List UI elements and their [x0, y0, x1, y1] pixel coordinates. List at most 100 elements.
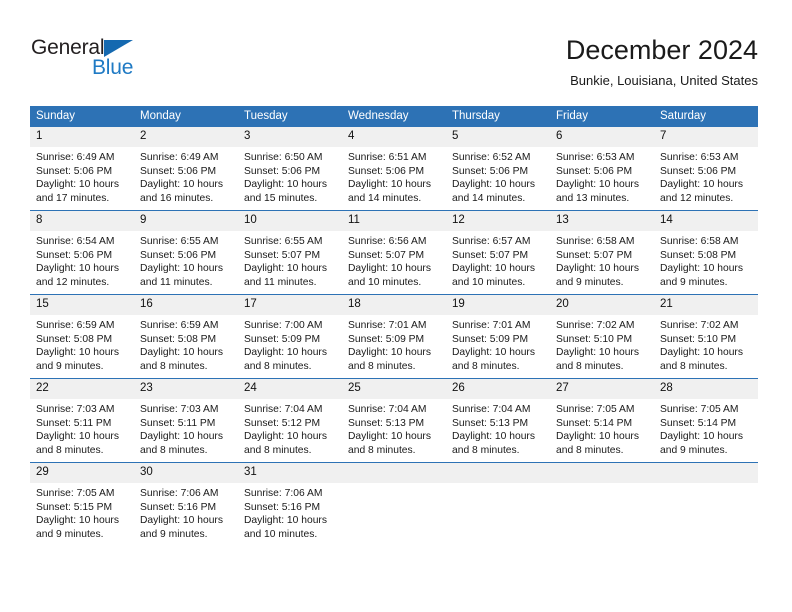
calendar-body: 1 Sunrise: 6:49 AM Sunset: 5:06 PM Daylight… — [30, 127, 758, 546]
sunrise-text: Sunrise: 7:01 AM — [348, 320, 427, 331]
day-details: Sunrise: 7:00 AM Sunset: 5:09 PM Daylight:… — [238, 315, 342, 373]
daylight-text: Daylight: 10 hours and 8 minutes. — [140, 431, 223, 456]
sunrise-text: Sunrise: 7:04 AM — [348, 404, 427, 415]
calendar-day-cell[interactable]: 28 Sunrise: 7:05 AM Sunset: 5:14 PM Dayligh… — [654, 378, 758, 463]
sunset-text: Sunset: 5:06 PM — [36, 165, 113, 177]
calendar-page: General Blue December 2024 Bunkie, Louis… — [0, 0, 792, 612]
sunrise-text: Sunrise: 6:49 AM — [140, 152, 219, 163]
calendar-day-cell[interactable]: 30 Sunrise: 7:06 AM Sunset: 5:16 PM Dayligh… — [134, 462, 238, 546]
sunset-text: Sunset: 5:10 PM — [660, 333, 737, 345]
sunset-text: Sunset: 5:10 PM — [556, 333, 633, 345]
calendar-day-cell[interactable]: 29 Sunrise: 7:05 AM Sunset: 5:15 PM Dayligh… — [30, 462, 134, 546]
calendar-day-cell[interactable]: 13 Sunrise: 6:58 AM Sunset: 5:07 PM Dayligh… — [550, 210, 654, 295]
day-number: 2 — [134, 127, 238, 147]
calendar-week-row: 22 Sunrise: 7:03 AM Sunset: 5:11 PM Dayligh… — [30, 378, 758, 463]
day-details: Sunrise: 6:58 AM Sunset: 5:07 PM Daylight:… — [550, 231, 654, 289]
sunset-text: Sunset: 5:08 PM — [660, 249, 737, 261]
calendar-table: Sunday Monday Tuesday Wednesday Thursday… — [30, 106, 758, 546]
calendar-day-cell[interactable]: 6 Sunrise: 6:53 AM Sunset: 5:06 PM Daylight… — [550, 127, 654, 211]
sunrise-text: Sunrise: 6:53 AM — [660, 152, 739, 163]
calendar-day-cell[interactable]: 23 Sunrise: 7:03 AM Sunset: 5:11 PM Dayligh… — [134, 378, 238, 463]
calendar-day-cell[interactable]: 8 Sunrise: 6:54 AM Sunset: 5:06 PM Daylight… — [30, 210, 134, 295]
day-number: 23 — [134, 379, 238, 399]
day-details: Sunrise: 7:02 AM Sunset: 5:10 PM Daylight:… — [654, 315, 758, 373]
day-number: 27 — [550, 379, 654, 399]
calendar-day-cell[interactable]: 12 Sunrise: 6:57 AM Sunset: 5:07 PM Dayligh… — [446, 210, 550, 295]
calendar-day-cell[interactable]: 7 Sunrise: 6:53 AM Sunset: 5:06 PM Daylight… — [654, 127, 758, 211]
sunset-text: Sunset: 5:09 PM — [348, 333, 425, 345]
calendar-day-cell[interactable]: 2 Sunrise: 6:49 AM Sunset: 5:06 PM Daylight… — [134, 127, 238, 211]
sunset-text: Sunset: 5:07 PM — [556, 249, 633, 261]
weekday-header-friday: Friday — [550, 106, 654, 127]
weekday-header-saturday: Saturday — [654, 106, 758, 127]
day-number: 3 — [238, 127, 342, 147]
day-number: 16 — [134, 295, 238, 315]
calendar-day-cell[interactable]: 16 Sunrise: 6:59 AM Sunset: 5:08 PM Dayligh… — [134, 294, 238, 379]
weekday-header-row: Sunday Monday Tuesday Wednesday Thursday… — [30, 106, 758, 127]
calendar-day-cell[interactable]: 15 Sunrise: 6:59 AM Sunset: 5:08 PM Dayligh… — [30, 294, 134, 379]
day-number: 20 — [550, 295, 654, 315]
daylight-text: Daylight: 10 hours and 9 minutes. — [556, 263, 639, 288]
calendar-day-cell[interactable]: 24 Sunrise: 7:04 AM Sunset: 5:12 PM Dayligh… — [238, 378, 342, 463]
day-details: Sunrise: 7:02 AM Sunset: 5:10 PM Daylight:… — [550, 315, 654, 373]
sunset-text: Sunset: 5:12 PM — [244, 417, 321, 429]
day-number: 10 — [238, 211, 342, 231]
day-number: 1 — [30, 127, 134, 147]
sunrise-text: Sunrise: 6:55 AM — [140, 236, 219, 247]
daylight-text: Daylight: 10 hours and 8 minutes. — [452, 347, 535, 372]
daylight-text: Daylight: 10 hours and 8 minutes. — [660, 347, 743, 372]
location-subtitle: Bunkie, Louisiana, United States — [570, 73, 758, 88]
day-number: 17 — [238, 295, 342, 315]
sunrise-text: Sunrise: 7:05 AM — [556, 404, 635, 415]
calendar-week-row: 29 Sunrise: 7:05 AM Sunset: 5:15 PM Dayligh… — [30, 462, 758, 546]
day-details: Sunrise: 7:04 AM Sunset: 5:13 PM Daylight:… — [342, 399, 446, 457]
sunrise-text: Sunrise: 7:06 AM — [140, 488, 219, 499]
calendar-week-row: 8 Sunrise: 6:54 AM Sunset: 5:06 PM Daylight… — [30, 210, 758, 295]
daylight-text: Daylight: 10 hours and 12 minutes. — [36, 263, 119, 288]
calendar-day-cell[interactable]: 10 Sunrise: 6:55 AM Sunset: 5:07 PM Dayligh… — [238, 210, 342, 295]
sunrise-text: Sunrise: 6:58 AM — [556, 236, 635, 247]
daylight-text: Daylight: 10 hours and 16 minutes. — [140, 179, 223, 204]
calendar-day-cell[interactable]: 3 Sunrise: 6:50 AM Sunset: 5:06 PM Daylight… — [238, 127, 342, 211]
day-number: 30 — [134, 463, 238, 483]
day-number: 5 — [446, 127, 550, 147]
calendar-day-cell[interactable]: 18 Sunrise: 7:01 AM Sunset: 5:09 PM Dayligh… — [342, 294, 446, 379]
sunrise-text: Sunrise: 6:50 AM — [244, 152, 323, 163]
calendar-day-cell[interactable]: 5 Sunrise: 6:52 AM Sunset: 5:06 PM Daylight… — [446, 127, 550, 211]
calendar-day-cell[interactable]: 9 Sunrise: 6:55 AM Sunset: 5:06 PM Daylight… — [134, 210, 238, 295]
title-block: December 2024 Bunkie, Louisiana, United … — [566, 34, 758, 89]
general-blue-logo[interactable]: General Blue — [31, 36, 211, 82]
daylight-text: Daylight: 10 hours and 9 minutes. — [140, 515, 223, 540]
calendar-day-cell[interactable]: 27 Sunrise: 7:05 AM Sunset: 5:14 PM Dayligh… — [550, 378, 654, 463]
triangle-flag-icon — [104, 40, 133, 57]
sunset-text: Sunset: 5:14 PM — [660, 417, 737, 429]
sunrise-text: Sunrise: 6:54 AM — [36, 236, 115, 247]
daylight-text: Daylight: 10 hours and 12 minutes. — [660, 179, 743, 204]
daylight-text: Daylight: 10 hours and 9 minutes. — [660, 431, 743, 456]
daylight-text: Daylight: 10 hours and 8 minutes. — [452, 431, 535, 456]
sunset-text: Sunset: 5:14 PM — [556, 417, 633, 429]
calendar-day-cell[interactable]: 31 Sunrise: 7:06 AM Sunset: 5:16 PM Dayligh… — [238, 462, 342, 546]
calendar-day-cell[interactable]: 26 Sunrise: 7:04 AM Sunset: 5:13 PM Dayligh… — [446, 378, 550, 463]
calendar-day-cell[interactable]: 4 Sunrise: 6:51 AM Sunset: 5:06 PM Daylight… — [342, 127, 446, 211]
daylight-text: Daylight: 10 hours and 11 minutes. — [244, 263, 327, 288]
day-number: 6 — [550, 127, 654, 147]
daylight-text: Daylight: 10 hours and 10 minutes. — [244, 515, 327, 540]
calendar-day-cell[interactable]: 1 Sunrise: 6:49 AM Sunset: 5:06 PM Daylight… — [30, 127, 134, 211]
sunset-text: Sunset: 5:06 PM — [348, 165, 425, 177]
calendar-day-cell[interactable]: 14 Sunrise: 6:58 AM Sunset: 5:08 PM Dayligh… — [654, 210, 758, 295]
calendar-day-cell[interactable]: 11 Sunrise: 6:56 AM Sunset: 5:07 PM Dayligh… — [342, 210, 446, 295]
sunset-text: Sunset: 5:16 PM — [244, 501, 321, 513]
daylight-text: Daylight: 10 hours and 8 minutes. — [244, 431, 327, 456]
calendar-day-cell[interactable]: 25 Sunrise: 7:04 AM Sunset: 5:13 PM Dayligh… — [342, 378, 446, 463]
calendar-day-cell[interactable]: 21 Sunrise: 7:02 AM Sunset: 5:10 PM Dayligh… — [654, 294, 758, 379]
day-details: Sunrise: 6:59 AM Sunset: 5:08 PM Daylight:… — [30, 315, 134, 373]
day-details: Sunrise: 6:49 AM Sunset: 5:06 PM Daylight:… — [30, 147, 134, 205]
day-number: 21 — [654, 295, 758, 315]
logo-text-blue: Blue — [92, 56, 134, 79]
calendar-day-cell[interactable]: 20 Sunrise: 7:02 AM Sunset: 5:10 PM Dayligh… — [550, 294, 654, 379]
calendar-day-cell[interactable]: 19 Sunrise: 7:01 AM Sunset: 5:09 PM Dayligh… — [446, 294, 550, 379]
calendar-day-cell[interactable]: 22 Sunrise: 7:03 AM Sunset: 5:11 PM Dayligh… — [30, 378, 134, 463]
calendar-day-cell[interactable]: 17 Sunrise: 7:00 AM Sunset: 5:09 PM Dayligh… — [238, 294, 342, 379]
day-details: Sunrise: 7:03 AM Sunset: 5:11 PM Daylight:… — [30, 399, 134, 457]
